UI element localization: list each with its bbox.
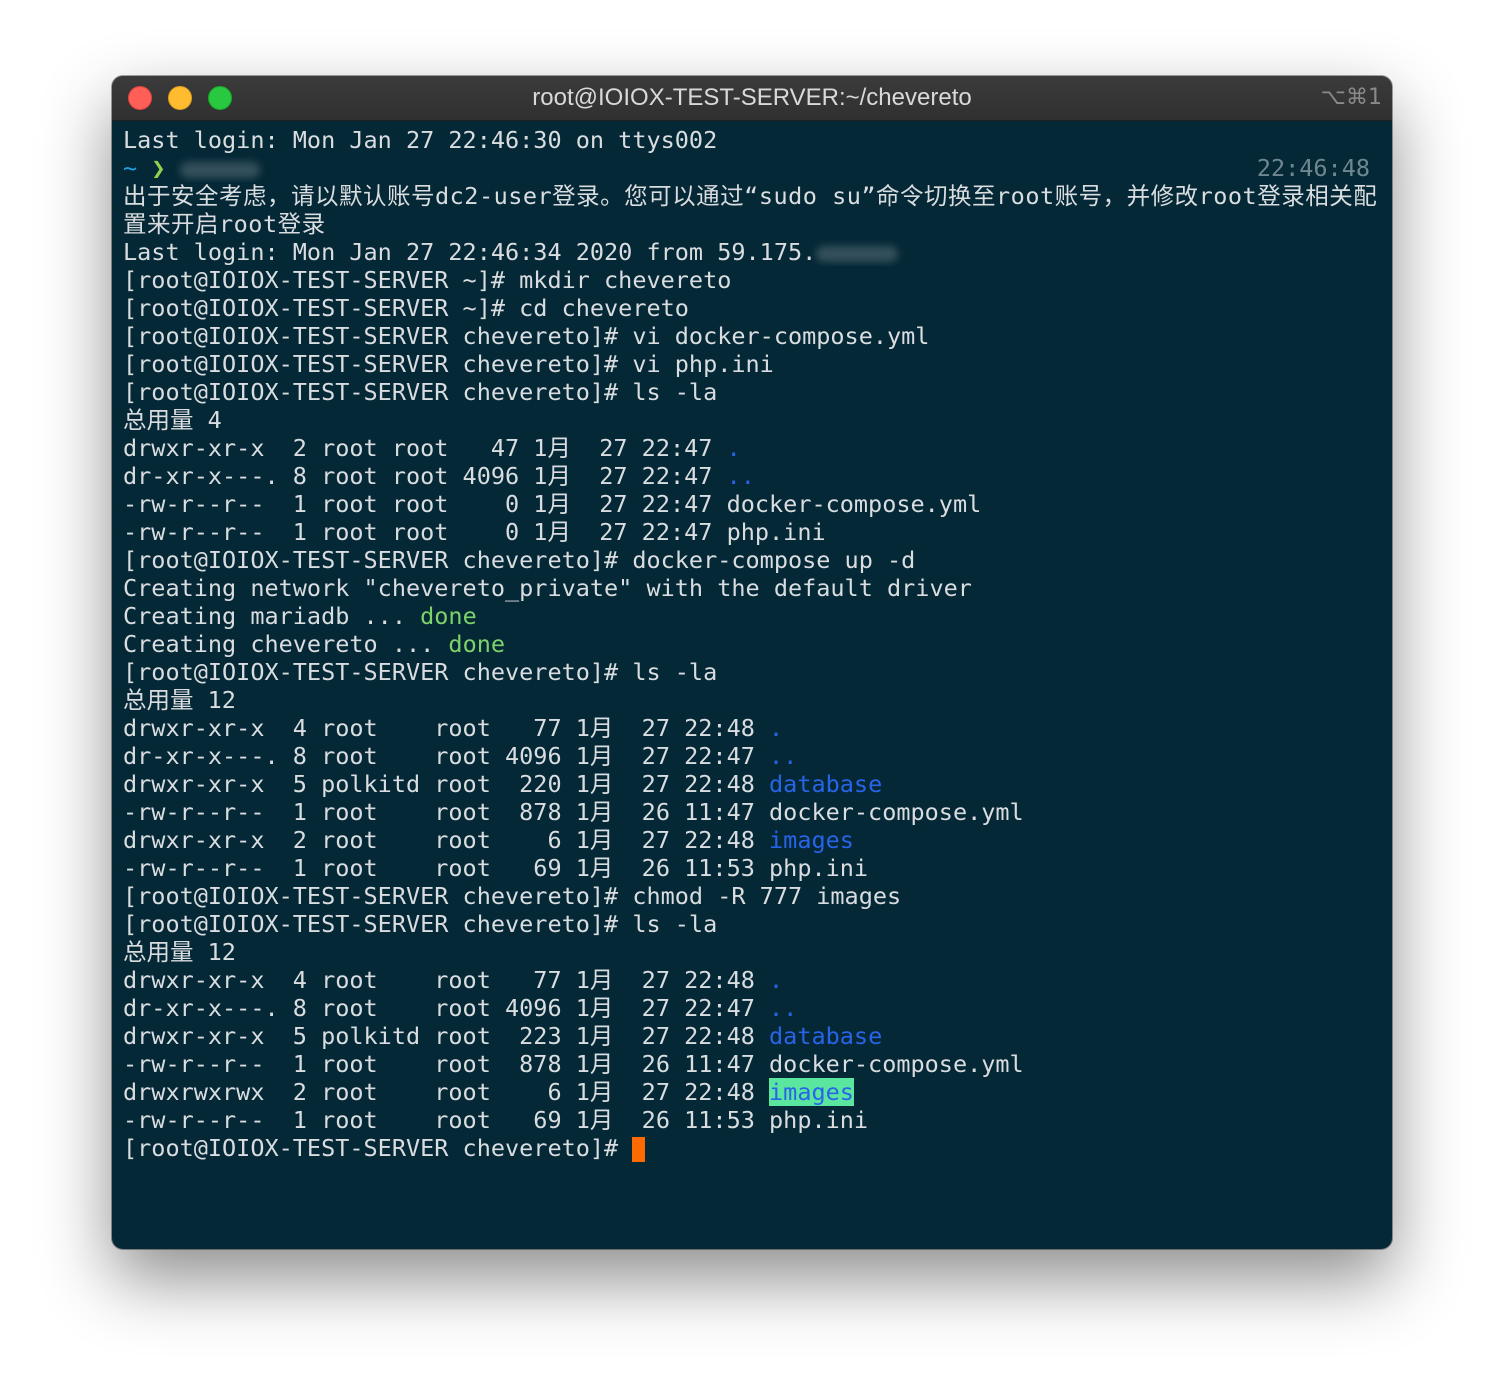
current-prompt[interactable]: [root@IOIOX-TEST-SERVER chevereto]# xyxy=(123,1134,1381,1162)
cursor xyxy=(632,1136,646,1162)
terminal-line: [root@IOIOX-TEST-SERVER chevereto]# ls -… xyxy=(123,378,718,406)
ls-entry: drwxr-xr-x 4 root root 77 1月 27 22:48 . xyxy=(123,714,784,742)
dir-name: . xyxy=(769,966,784,994)
terminal-window: root@IOIOX-TEST-SERVER:~/chevereto ⌥⌘1 L… xyxy=(112,76,1392,1249)
status-done: done xyxy=(448,630,506,658)
ls-entry: drwxr-xr-x 5 polkitd root 220 1月 27 22:4… xyxy=(123,770,883,798)
ls-entry: dr-xr-x---. 8 root root 4096 1月 27 22:47… xyxy=(123,994,798,1022)
dir-name: .. xyxy=(769,994,798,1022)
dir-name: . xyxy=(769,714,784,742)
ls-entry: -rw-r--r-- 1 root root 69 1月 26 11:53 ph… xyxy=(123,854,869,882)
terminal-line: [root@IOIOX-TEST-SERVER ~]# mkdir chever… xyxy=(123,266,732,294)
ls-entry: drwxr-xr-x 2 root root 6 1月 27 22:48 ima… xyxy=(123,826,854,854)
world-writable-dir-name: images xyxy=(769,1078,854,1106)
dir-name: database xyxy=(769,1022,883,1050)
ls-entry: -rw-r--r-- 1 root root 878 1月 26 11:47 d… xyxy=(123,798,1024,826)
terminal-line: [root@IOIOX-TEST-SERVER chevereto]# vi d… xyxy=(123,322,930,350)
redacted-ip xyxy=(816,245,899,262)
dir-name: . xyxy=(726,434,741,462)
terminal-line: [root@IOIOX-TEST-SERVER chevereto]# vi p… xyxy=(123,350,774,378)
tab-shortcut-label: ⌥⌘1 xyxy=(1320,85,1382,110)
prompt-arrow-icon: ❯ xyxy=(151,154,166,182)
window-title: root@IOIOX-TEST-SERVER:~/chevereto xyxy=(532,84,972,111)
prompt-tilde: ~ xyxy=(123,154,138,182)
terminal-line: [root@IOIOX-TEST-SERVER chevereto]# dock… xyxy=(123,546,916,574)
terminal-line: Creating network "chevereto_private" wit… xyxy=(123,574,972,602)
title-bar[interactable]: root@IOIOX-TEST-SERVER:~/chevereto ⌥⌘1 xyxy=(112,76,1392,121)
prompt-time: 22:46:48 xyxy=(1256,154,1370,182)
ls-entry: -rw-r--r-- 1 root root 878 1月 26 11:47 d… xyxy=(123,1050,1024,1078)
status-done: done xyxy=(420,602,477,630)
dir-name: images xyxy=(769,826,854,854)
ls-entry: drwxr-xr-x 5 polkitd root 223 1月 27 22:4… xyxy=(123,1022,883,1050)
terminal-line: [root@IOIOX-TEST-SERVER chevereto]# ls -… xyxy=(123,910,718,938)
dir-name: .. xyxy=(769,742,798,770)
prompt-line: ~ ❯ 22:46:48 xyxy=(123,154,1381,182)
ls-entry: drwxrwxrwx 2 root root 6 1月 27 22:48 ima… xyxy=(123,1078,854,1106)
terminal-line: [root@IOIOX-TEST-SERVER chevereto]# chmo… xyxy=(123,882,902,910)
ls-entry: -rw-r--r-- 1 root root 69 1月 26 11:53 ph… xyxy=(123,1106,869,1134)
terminal-line: Creating chevereto ... done xyxy=(123,630,506,658)
terminal-line: Last login: Mon Jan 27 22:46:34 2020 fro… xyxy=(123,238,1381,266)
terminal-line: Last login: Mon Jan 27 22:46:30 on ttys0… xyxy=(123,126,718,154)
terminal-line: [root@IOIOX-TEST-SERVER chevereto]# ls -… xyxy=(123,658,718,686)
terminal-line: 总用量 12 xyxy=(123,686,236,714)
ls-entry: dr-xr-x---. 8 root root 4096 1月 27 22:47… xyxy=(123,742,798,770)
terminal-output[interactable]: Last login: Mon Jan 27 22:46:30 on ttys0… xyxy=(123,126,1381,1249)
terminal-line: 出于安全考虑，请以默认账号dc2-user登录。您可以通过“sudo su”命令… xyxy=(123,182,1378,238)
terminal-line: 总用量 12 xyxy=(123,938,236,966)
ls-entry: -rw-r--r-- 1 root root 0 1月 27 22:47 php… xyxy=(123,518,826,546)
ls-entry: dr-xr-x---. 8 root root 4096 1月 27 22:47… xyxy=(123,462,755,490)
terminal-line: [root@IOIOX-TEST-SERVER ~]# cd chevereto xyxy=(123,294,689,322)
dir-name: database xyxy=(769,770,883,798)
dir-name: .. xyxy=(726,462,755,490)
redacted-text xyxy=(179,161,260,178)
ls-entry: drwxr-xr-x 2 root root 47 1月 27 22:47 . xyxy=(123,434,741,462)
ls-entry: drwxr-xr-x 4 root root 77 1月 27 22:48 . xyxy=(123,966,784,994)
terminal-line: Creating mariadb ... done xyxy=(123,602,477,630)
ls-entry: -rw-r--r-- 1 root root 0 1月 27 22:47 doc… xyxy=(123,490,982,518)
terminal-line: 总用量 4 xyxy=(123,406,222,434)
